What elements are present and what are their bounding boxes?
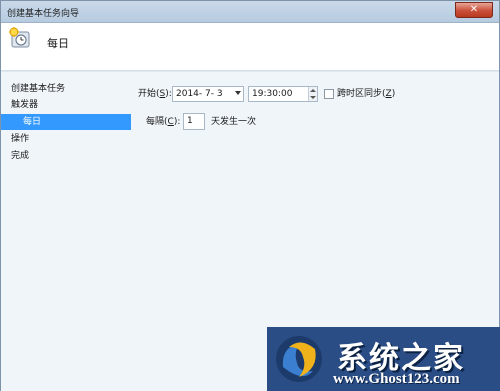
start-date-value: 2014- 7- 3 (176, 89, 223, 99)
page-title: 每日 (47, 37, 69, 50)
time-spinner[interactable] (308, 87, 317, 101)
wizard-steps: 创建基本任务 触发器 每日 操作 完成 (1, 72, 133, 391)
spin-down-icon[interactable] (310, 96, 316, 99)
timezone-sync-label: 跨时区同步(Z) (337, 89, 396, 99)
start-time-field[interactable]: 19:30:00 (248, 86, 318, 102)
step-trigger[interactable]: 触发器 (1, 97, 131, 113)
recur-unit-label: 天发生一次 (211, 117, 257, 127)
window-title: 创建基本任务向导 (7, 9, 80, 19)
start-time-value: 19:30:00 (252, 89, 293, 99)
step-daily[interactable]: 每日 (1, 114, 131, 130)
wizard-window: 创建基本任务向导 ✕ 每日 创建基本任务 触发器 每日 操作 完成 开始(S):… (0, 0, 500, 391)
wizard-header: 每日 (1, 23, 499, 71)
recur-days-input[interactable]: 1 (183, 113, 205, 130)
step-create-basic-task[interactable]: 创建基本任务 (1, 81, 131, 97)
close-button[interactable]: ✕ (455, 2, 493, 18)
watermark-url: www.Ghost123.com (333, 371, 460, 387)
site-logo-icon (276, 336, 322, 382)
trigger-form: 开始(S): 2014- 7- 3 19:30:00 跨时区同步(Z) 每隔(C… (138, 72, 499, 272)
watermark-logo: 系统之家 www.Ghost123.com (267, 327, 500, 391)
task-clock-icon (9, 27, 30, 48)
timezone-sync-checkbox[interactable] (324, 89, 334, 99)
recur-label: 每隔(C): (146, 117, 181, 127)
start-label: 开始(S): (138, 89, 172, 99)
title-bar: 创建基本任务向导 ✕ (1, 1, 499, 23)
step-finish[interactable]: 完成 (1, 148, 131, 164)
step-action[interactable]: 操作 (1, 131, 131, 147)
start-date-picker[interactable]: 2014- 7- 3 (172, 86, 244, 102)
chevron-down-icon (235, 91, 241, 95)
spin-up-icon[interactable] (310, 89, 316, 92)
